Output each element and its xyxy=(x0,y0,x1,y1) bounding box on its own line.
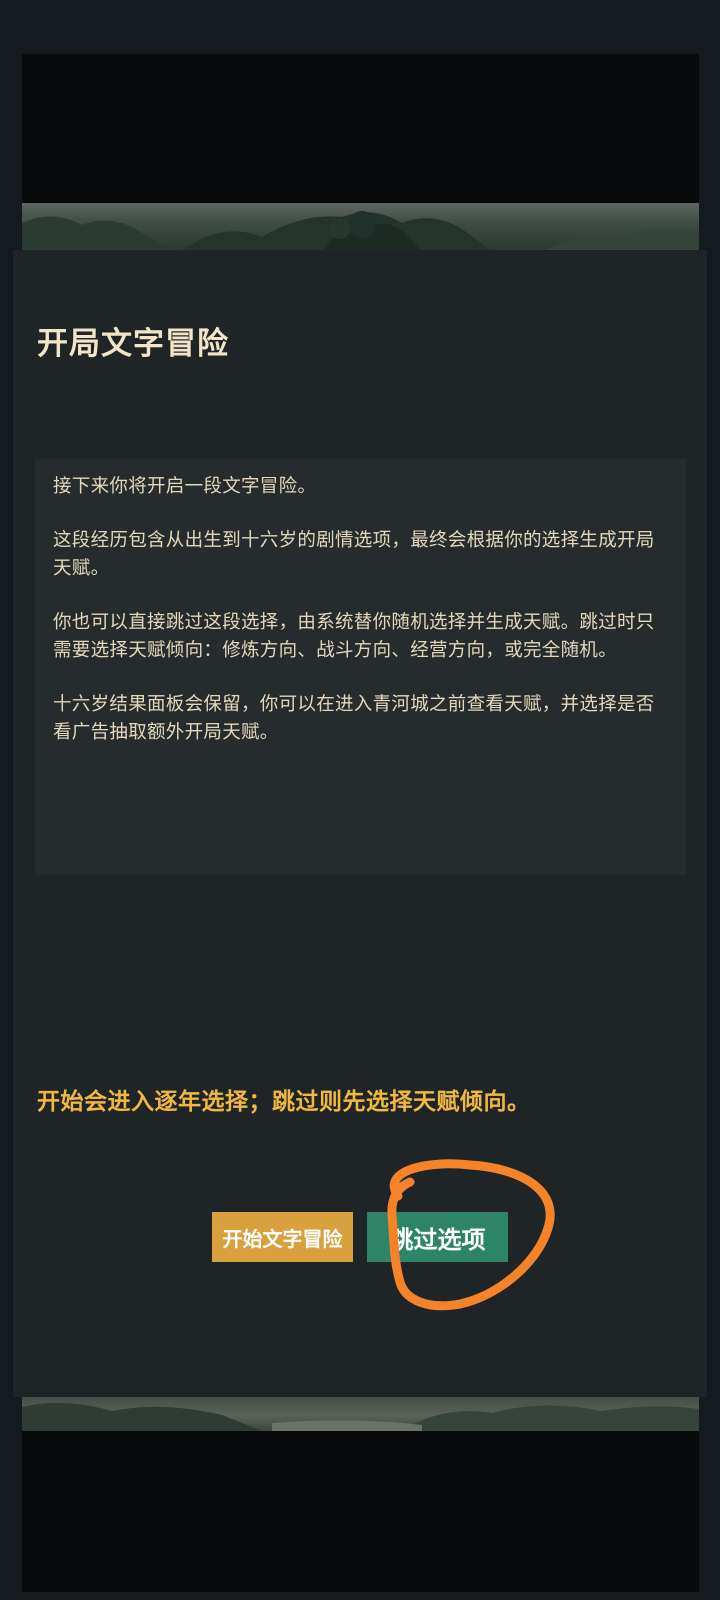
adventure-dialog: 开局文字冒险 接下来你将开启一段文字冒险。 这段经历包含从出生到十六岁的剧情选项… xyxy=(13,250,707,1397)
start-adventure-button[interactable]: 开始文字冒险 xyxy=(212,1212,353,1262)
message-paragraph: 这段经历包含从出生到十六岁的剧情选项，最终会根据你的选择生成开局天赋。 xyxy=(53,530,655,579)
hint-text: 开始会进入逐年选择；跳过则先选择天赋倾向。 xyxy=(37,1089,531,1115)
background-scenery-top xyxy=(22,203,699,251)
message-paragraph: 十六岁结果面板会保留，你可以在进入青河城之前查看天赋，并选择是否看广告抽取额外开… xyxy=(53,694,655,743)
dialog-title: 开局文字冒险 xyxy=(37,326,229,362)
mountain-scenery-icon xyxy=(22,211,699,251)
message-paragraph: 你也可以直接跳过这段选择，由系统替你随机选择并生成天赋。跳过时只需要选择天赋倾向… xyxy=(53,612,655,661)
background-scenery-bottom xyxy=(22,1393,699,1431)
skip-options-button[interactable]: 跳过选项 xyxy=(367,1212,508,1262)
message-panel: 接下来你将开启一段文字冒险。 这段经历包含从出生到十六岁的剧情选项，最终会根据你… xyxy=(35,459,686,875)
message-paragraph: 接下来你将开启一段文字冒险。 xyxy=(53,476,317,497)
landscape-scenery-icon xyxy=(22,1402,699,1431)
